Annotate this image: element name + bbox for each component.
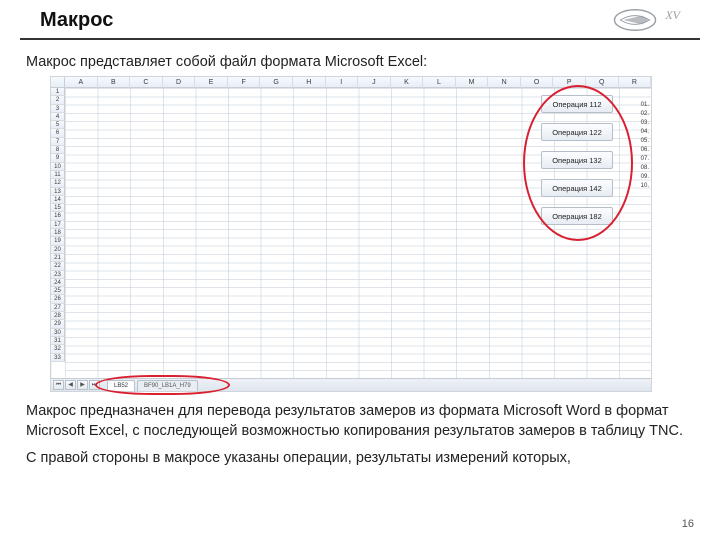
paragraph-1: Макрос предназначен для перевода результ… xyxy=(26,402,698,441)
tab-nav-last[interactable]: ⏭ xyxy=(89,380,100,390)
row-header: 21 xyxy=(51,254,65,262)
tab-nav-next[interactable]: ▶ xyxy=(77,380,88,390)
row-header: 11 xyxy=(51,171,65,179)
row-header: 19 xyxy=(51,237,65,245)
col-header: I xyxy=(326,77,359,88)
col-header: L xyxy=(423,77,456,88)
clipped-numbers: 01.02.03.04.05.06.07.08.09.10. xyxy=(641,101,649,191)
clip-number: 09. xyxy=(641,173,649,182)
clip-number: 01. xyxy=(641,101,649,110)
row-header: 28 xyxy=(51,312,65,320)
operation-button[interactable]: Операция 132 xyxy=(541,151,613,169)
operation-button[interactable]: Операция 122 xyxy=(541,123,613,141)
row-header: 22 xyxy=(51,262,65,270)
col-header: M xyxy=(456,77,489,88)
row-header: 26 xyxy=(51,295,65,303)
row-header: 12 xyxy=(51,179,65,187)
row-header: 30 xyxy=(51,329,65,337)
operation-button[interactable]: Операция 142 xyxy=(541,179,613,197)
row-header: 6 xyxy=(51,129,65,137)
col-header: B xyxy=(98,77,131,88)
col-header: H xyxy=(293,77,326,88)
brand-logo: XV xyxy=(613,8,680,32)
col-header: K xyxy=(391,77,424,88)
clip-number: 06. xyxy=(641,146,649,155)
sheet-tab-inactive[interactable]: BF90_LB1A_H79 xyxy=(137,380,198,391)
row-header: 16 xyxy=(51,212,65,220)
row-header: 31 xyxy=(51,337,65,345)
clip-number: 02. xyxy=(641,110,649,119)
page-number: 16 xyxy=(682,518,694,530)
intro-text: Макрос представляет собой файл формата M… xyxy=(26,54,698,70)
row-header: 32 xyxy=(51,345,65,353)
lada-logo-icon xyxy=(613,8,657,32)
row-header: 18 xyxy=(51,229,65,237)
col-header: O xyxy=(521,77,554,88)
sheet-tabs: ⏮ ◀ ▶ ⏭ LB52 BF90_LB1A_H79 xyxy=(51,378,651,391)
row-header: 1 xyxy=(51,88,65,96)
operation-button[interactable]: Операция 112 xyxy=(541,95,613,113)
row-headers: 1234567891011121314151617181920212223242… xyxy=(51,88,65,362)
column-headers: ABCDEFGHIJKLMNOPQR xyxy=(65,77,651,88)
row-header: 8 xyxy=(51,146,65,154)
row-header: 23 xyxy=(51,271,65,279)
row-header: 29 xyxy=(51,320,65,328)
row-header: 4 xyxy=(51,113,65,121)
row-header: 15 xyxy=(51,204,65,212)
xv-label: XV xyxy=(665,8,680,23)
operation-button[interactable]: Операция 182 xyxy=(541,207,613,225)
row-header: 14 xyxy=(51,196,65,204)
row-header: 27 xyxy=(51,304,65,312)
clip-number: 07. xyxy=(641,155,649,164)
col-header: C xyxy=(130,77,163,88)
col-header: A xyxy=(65,77,98,88)
col-header: G xyxy=(260,77,293,88)
row-header: 17 xyxy=(51,221,65,229)
paragraph-2: С правой стороны в макросе указаны опера… xyxy=(26,449,698,469)
col-header: Q xyxy=(586,77,619,88)
clip-number: 10. xyxy=(641,182,649,191)
row-header: 24 xyxy=(51,279,65,287)
page-title: Макрос xyxy=(40,9,113,32)
row-header: 7 xyxy=(51,138,65,146)
tab-nav-prev[interactable]: ◀ xyxy=(65,380,76,390)
clip-number: 08. xyxy=(641,164,649,173)
operation-buttons: Операция 112 Операция 122 Операция 132 Опер… xyxy=(541,95,613,225)
row-header: 13 xyxy=(51,188,65,196)
col-header: R xyxy=(619,77,652,88)
sheet-tab-active[interactable]: LB52 xyxy=(107,380,135,391)
col-header: D xyxy=(163,77,196,88)
row-header: 5 xyxy=(51,121,65,129)
row-header: 2 xyxy=(51,96,65,104)
col-header: J xyxy=(358,77,391,88)
excel-screenshot: ABCDEFGHIJKLMNOPQR 123456789101112131415… xyxy=(50,76,652,392)
row-header: 9 xyxy=(51,154,65,162)
col-header: E xyxy=(195,77,228,88)
col-header: P xyxy=(553,77,586,88)
clip-number: 05. xyxy=(641,137,649,146)
row-header: 25 xyxy=(51,287,65,295)
clip-number: 04. xyxy=(641,128,649,137)
col-header: N xyxy=(488,77,521,88)
row-header: 20 xyxy=(51,246,65,254)
row-header: 10 xyxy=(51,163,65,171)
clip-number: 03. xyxy=(641,119,649,128)
col-header: F xyxy=(228,77,261,88)
row-header: 33 xyxy=(51,354,65,362)
select-all-cell xyxy=(51,77,65,88)
tab-nav-buttons: ⏮ ◀ ▶ ⏭ xyxy=(53,380,100,390)
tab-nav-first[interactable]: ⏮ xyxy=(53,380,64,390)
row-header: 3 xyxy=(51,105,65,113)
